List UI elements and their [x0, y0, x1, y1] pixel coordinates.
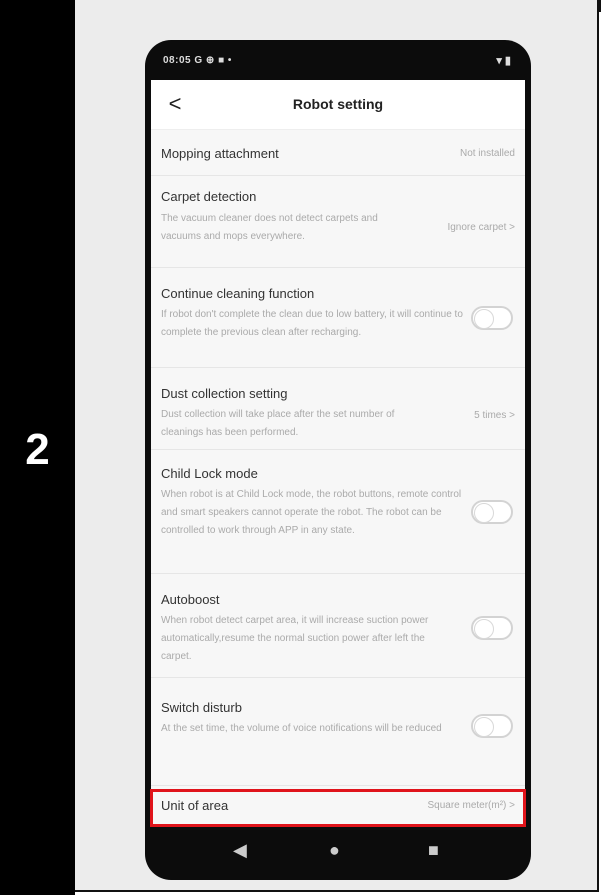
- setting-description: If robot don't complete the clean due to…: [161, 309, 463, 338]
- setting-row-carpet[interactable]: Carpet detection The vacuum cleaner does…: [151, 176, 525, 268]
- status-bar: 08:05 G ⊕ ■ • ▾ ▮: [145, 40, 531, 80]
- status-time: 08:05 G ⊕ ■ •: [163, 55, 232, 66]
- highlight-box-unit-of-area: [150, 789, 526, 827]
- autoboost-toggle[interactable]: [471, 616, 513, 640]
- nav-recents-icon[interactable]: ■: [428, 840, 439, 861]
- setting-title: Mopping attachment: [161, 146, 279, 161]
- setting-row-autoboost: Autoboost When robot detect carpet area,…: [151, 574, 525, 678]
- setting-row-child-lock: Child Lock mode When robot is at Child L…: [151, 450, 525, 574]
- setting-description: The vacuum cleaner does not detect carpe…: [161, 213, 378, 242]
- setting-row-dust-collection[interactable]: Dust collection setting Dust collection …: [151, 368, 525, 450]
- status-icons: ▾ ▮: [496, 55, 511, 67]
- frame-corner: [599, 0, 614, 12]
- nav-back-icon[interactable]: ◀: [233, 840, 247, 861]
- setting-value: Ignore carpet >: [447, 222, 515, 233]
- setting-description: When robot is at Child Lock mode, the ro…: [161, 489, 462, 536]
- step-number: 2: [25, 425, 50, 474]
- setting-title: Continue cleaning function: [161, 286, 315, 301]
- setting-value: 5 times >: [474, 410, 515, 421]
- page-title: Robot setting: [292, 96, 384, 112]
- app-screen: < Robot setting Mopping attachment Not i…: [151, 80, 525, 824]
- setting-title: Carpet detection: [161, 189, 257, 204]
- nav-home-icon[interactable]: ●: [329, 840, 340, 861]
- setting-description: Dust collection will take place after th…: [161, 409, 395, 438]
- setting-title: Child Lock mode: [161, 466, 258, 481]
- setting-value: Not installed: [459, 148, 515, 159]
- switch-disturb-toggle[interactable]: [471, 714, 513, 738]
- setting-row-switch-disturb: Switch disturb At the set time, the volu…: [151, 678, 525, 786]
- setting-title: Autoboost: [161, 592, 220, 607]
- setting-description: When robot detect carpet area, it will i…: [161, 615, 429, 662]
- step-column: 2: [0, 0, 75, 895]
- instruction-page: 2 08:05 G ⊕ ■ • ▾ ▮ < Robot setting Mopp…: [0, 0, 614, 895]
- setting-row-continue-cleaning: Continue cleaning function If robot don'…: [151, 268, 525, 368]
- setting-title: Switch disturb: [161, 700, 242, 715]
- continue-cleaning-toggle[interactable]: [471, 306, 513, 330]
- system-nav-bar: ◀ ● ■: [145, 824, 531, 880]
- child-lock-toggle[interactable]: [471, 500, 513, 524]
- setting-title: Dust collection setting: [161, 386, 288, 401]
- setting-description: At the set time, the volume of voice not…: [161, 723, 442, 734]
- phone-device: 08:05 G ⊕ ■ • ▾ ▮ < Robot setting Moppin…: [145, 40, 531, 880]
- setting-row-mopping[interactable]: Mopping attachment Not installed: [151, 130, 525, 176]
- app-header: < Robot setting: [151, 80, 525, 130]
